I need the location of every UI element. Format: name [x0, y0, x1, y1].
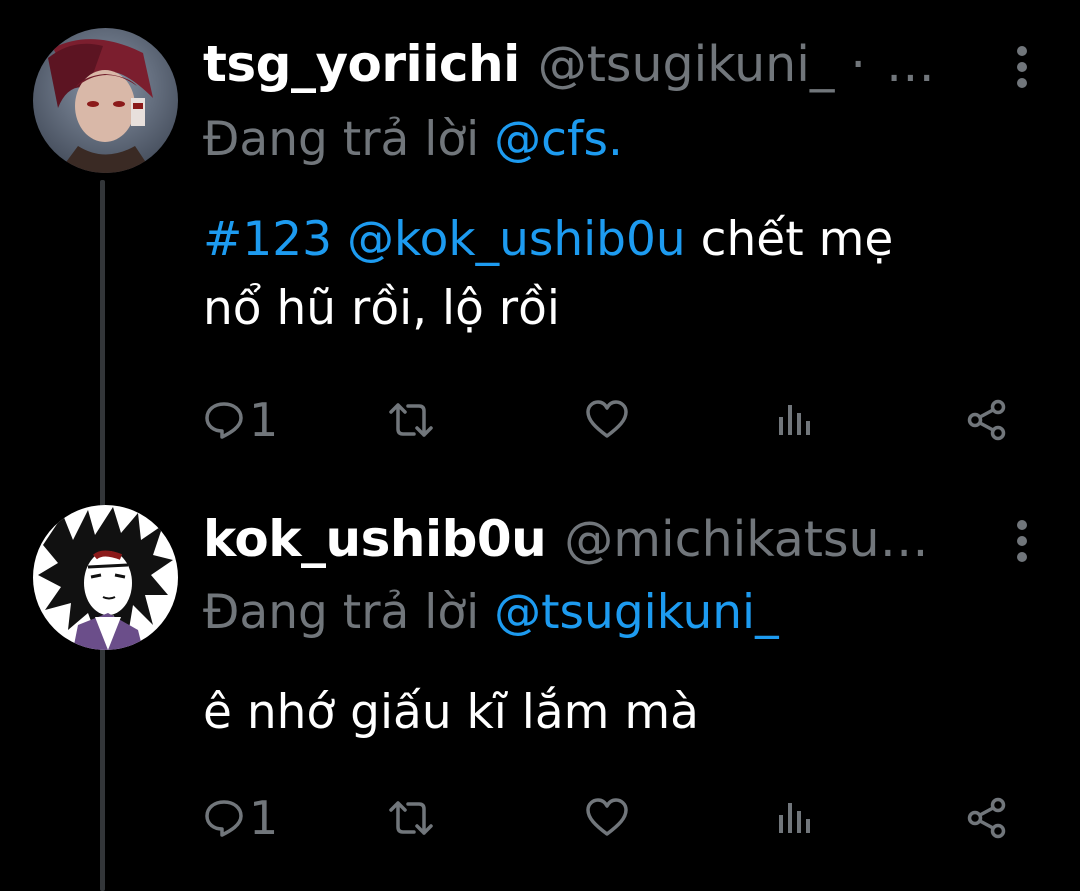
- vertical-dots-icon[interactable]: [1016, 520, 1028, 562]
- retweet-arrows-icon: [389, 403, 433, 437]
- display-name[interactable]: tsg_yoriichi: [203, 35, 520, 93]
- tweet[interactable]: kok_ushib0u @michikatsu… Đang trả lời @t…: [0, 490, 1080, 891]
- share-nodes-icon: [967, 399, 1006, 441]
- retweet-button[interactable]: [388, 390, 434, 450]
- reply-button[interactable]: 1: [203, 390, 278, 450]
- display-name[interactable]: kok_ushib0u: [203, 510, 547, 568]
- tweet-text: #123 @kok_ushib0u chết mẹ nổ hũ rồi, lộ …: [203, 205, 1020, 343]
- share-nodes-icon: [967, 797, 1006, 839]
- tweet-header: kok_ushib0u @michikatsu…: [203, 510, 1040, 570]
- avatar-image: [33, 28, 178, 173]
- bar-chart-icon: [779, 803, 810, 833]
- like-button[interactable]: [585, 788, 629, 848]
- replying-to-mention[interactable]: @cfs.: [494, 112, 623, 167]
- user-handle[interactable]: @tsugikuni_: [538, 36, 835, 93]
- replying-to-label: Đang trả lời: [203, 112, 480, 167]
- reply-count: 1: [249, 791, 279, 845]
- mention-link[interactable]: @kok_ushib0u: [347, 212, 686, 267]
- tweet-text-line: nổ hũ rồi, lộ rồi: [203, 281, 560, 336]
- tweet-text-part: chết mẹ: [685, 212, 894, 267]
- tweet-text: ê nhớ giấu kĩ lắm mà: [203, 685, 699, 740]
- reply-count: 1: [249, 393, 279, 447]
- replying-to-mention[interactable]: @tsugikuni_: [494, 585, 779, 640]
- action-bar: 1: [203, 390, 1033, 450]
- retweet-button[interactable]: [388, 788, 434, 848]
- views-button[interactable]: [775, 390, 815, 450]
- share-button[interactable]: [965, 390, 1009, 450]
- hashtag-link[interactable]: #123: [203, 212, 332, 267]
- separator-dot: ·: [850, 36, 866, 93]
- user-handle[interactable]: @michikatsu…: [564, 511, 928, 568]
- tweet-header: tsg_yoriichi @tsugikuni_ · …: [203, 35, 1040, 95]
- reply-button[interactable]: 1: [203, 788, 278, 848]
- tweet[interactable]: tsg_yoriichi @tsugikuni_ · … Đang trả lờ…: [0, 0, 1080, 470]
- views-button[interactable]: [775, 788, 815, 848]
- heart-icon: [586, 798, 628, 836]
- like-button[interactable]: [585, 390, 629, 450]
- heart-icon: [586, 400, 628, 438]
- share-button[interactable]: [965, 788, 1009, 848]
- vertical-dots-icon[interactable]: [1016, 46, 1028, 88]
- bar-chart-icon: [779, 405, 810, 435]
- avatar[interactable]: [33, 28, 178, 173]
- replying-to-line: Đang trả lời @cfs.: [203, 112, 623, 167]
- replying-to-label: Đang trả lời: [203, 585, 480, 640]
- retweet-arrows-icon: [389, 801, 433, 835]
- action-bar: 1: [203, 788, 1033, 848]
- replying-to-line: Đang trả lời @tsugikuni_: [203, 585, 779, 640]
- reply-thread: tsg_yoriichi @tsugikuni_ · … Đang trả lờ…: [0, 0, 1080, 891]
- timestamp-ellipsis: …: [885, 36, 935, 93]
- speech-bubble-icon: [205, 800, 243, 837]
- speech-bubble-icon: [205, 402, 243, 439]
